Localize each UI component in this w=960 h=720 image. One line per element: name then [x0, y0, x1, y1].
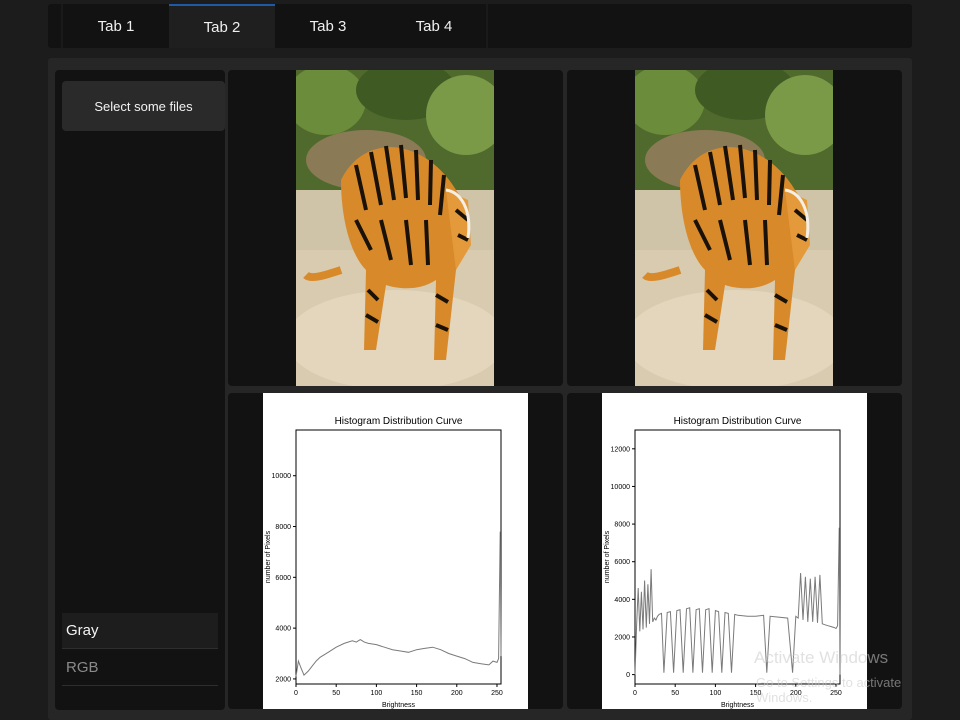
- select-files-button[interactable]: Select some files: [62, 81, 225, 131]
- histogram-chart-processed: Histogram Distribution Curve 0 50 100 150 200…: [602, 393, 867, 709]
- x-tick-label: 0: [633, 690, 637, 697]
- x-tick-label: 50: [332, 690, 340, 697]
- histogram-line: [295, 531, 502, 677]
- tab-4[interactable]: Tab 4: [381, 4, 487, 48]
- tab-divider: [61, 4, 63, 48]
- tab-3[interactable]: Tab 3: [275, 4, 381, 48]
- y-tick-label: 4000: [614, 597, 630, 604]
- chart-title: Histogram Distribution Curve: [674, 416, 802, 427]
- y-axis-label: number of Pixels: [265, 530, 272, 583]
- chart-title: Histogram Distribution Curve: [335, 416, 463, 427]
- y-tick-label: 10000: [272, 473, 292, 480]
- original-image: [296, 70, 494, 386]
- x-axis-label: Brightness: [721, 702, 755, 709]
- y-tick-label: 12000: [611, 446, 631, 453]
- x-tick-label: 250: [491, 690, 503, 697]
- x-tick-label: 150: [750, 690, 762, 697]
- x-tick-label: 200: [451, 690, 463, 697]
- y-tick-label: 6000: [275, 575, 291, 582]
- histogram-chart-original: Histogram Distribution Curve 0 50 100 150 200…: [263, 393, 528, 709]
- y-tick-label: 6000: [614, 559, 630, 566]
- x-tick-label: 0: [294, 690, 298, 697]
- mode-option-gray[interactable]: Gray: [62, 613, 218, 649]
- y-tick-label: 10000: [611, 484, 631, 491]
- histogram-svg-processed: Histogram Distribution Curve 0 50 100 150 200…: [604, 416, 842, 709]
- x-axis-label: Brightness: [382, 702, 416, 709]
- y-tick-label: 2000: [614, 634, 630, 641]
- y-tick-label: 0: [626, 672, 630, 679]
- histogram-svg-original: Histogram Distribution Curve 0 50 100 150 200…: [265, 416, 503, 709]
- x-tick-label: 250: [830, 690, 842, 697]
- tab-1[interactable]: Tab 1: [63, 4, 169, 48]
- tab-divider: [486, 4, 488, 48]
- tab-2[interactable]: Tab 2: [169, 4, 275, 48]
- processed-image: [635, 70, 833, 386]
- plot-frame: [295, 429, 502, 685]
- x-tick-label: 50: [671, 690, 679, 697]
- x-tick-label: 100: [710, 690, 722, 697]
- y-axis-label: number of Pixels: [604, 530, 611, 583]
- y-tick-label: 4000: [275, 626, 291, 633]
- histogram-line: [634, 527, 841, 675]
- y-tick-label: 8000: [614, 522, 630, 529]
- mode-option-rgb[interactable]: RGB: [62, 650, 218, 686]
- x-tick-label: 100: [371, 690, 383, 697]
- y-tick-label: 8000: [275, 524, 291, 531]
- x-tick-label: 150: [411, 690, 423, 697]
- tab-bar: Tab 1 Tab 2 Tab 3 Tab 4: [48, 4, 912, 48]
- x-tick-label: 200: [790, 690, 802, 697]
- y-tick-label: 2000: [275, 676, 291, 683]
